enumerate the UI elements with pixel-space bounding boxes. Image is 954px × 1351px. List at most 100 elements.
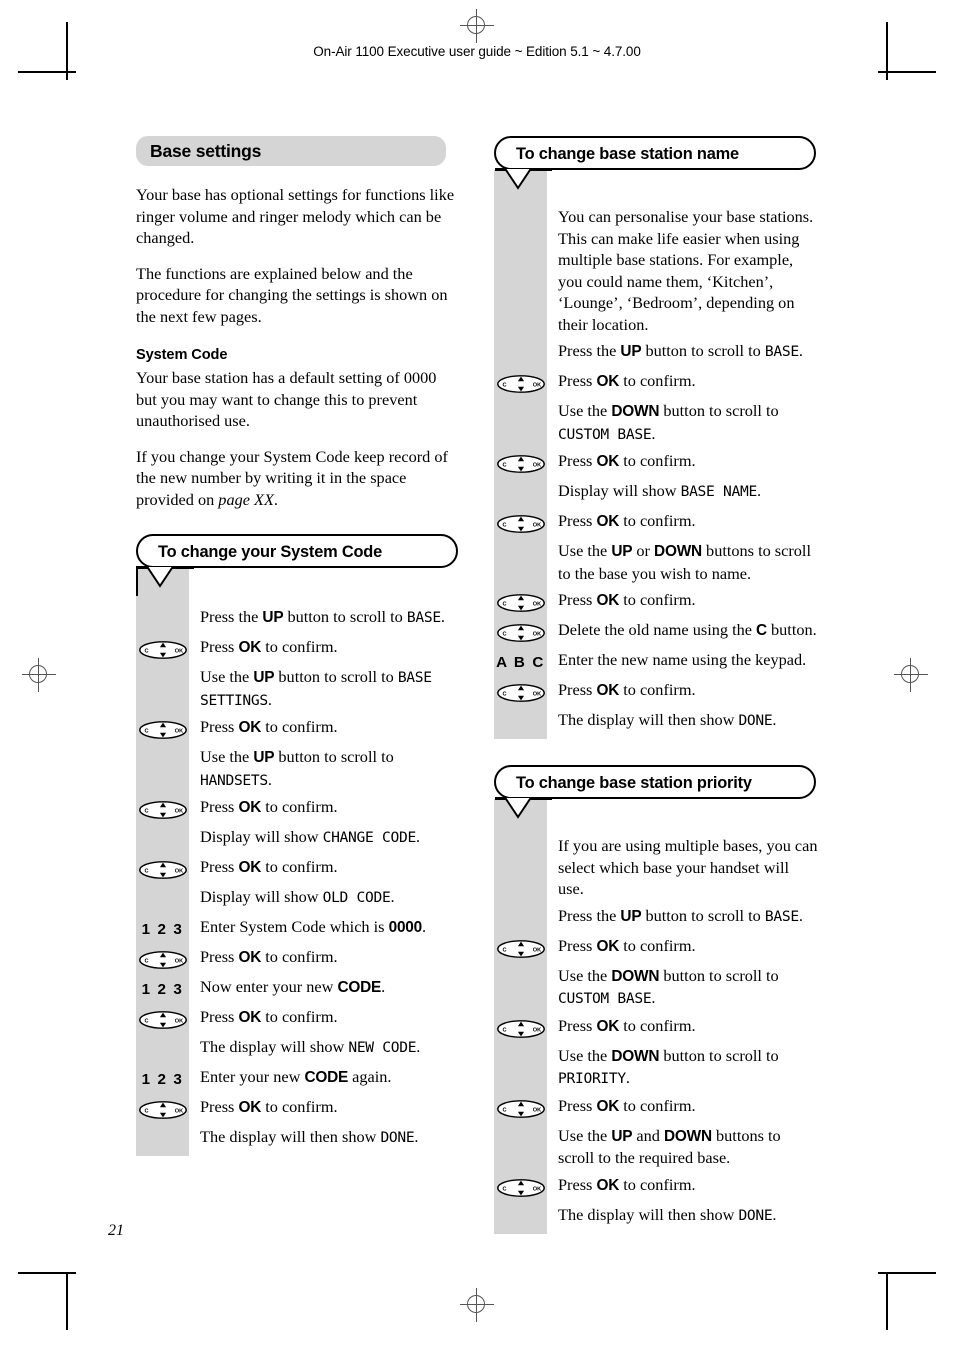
- svg-text:C: C: [502, 691, 506, 697]
- procedure-step: Press the UP button to scroll to BASE.: [494, 340, 818, 370]
- nav-key-icon[interactable]: C OK: [496, 622, 546, 644]
- svg-text:C: C: [144, 868, 148, 874]
- step-text-mid: button to scroll to: [274, 667, 398, 686]
- nav-key-icon[interactable]: C OK: [496, 1177, 546, 1199]
- keypad-digits-icon[interactable]: 1 2 3: [142, 979, 184, 1000]
- subheading-system-code: System Code: [136, 347, 228, 363]
- step-icon[interactable]: 1 2 3: [136, 916, 189, 940]
- procedure-step: Press the UP button to scroll to BASE.: [136, 606, 460, 636]
- procedure-step: The display will show NEW CODE.: [136, 1036, 460, 1066]
- svg-text:C: C: [144, 728, 148, 734]
- step-text: Press OK to confirm.: [189, 636, 460, 664]
- step-text-mid: to confirm.: [619, 590, 696, 609]
- steps-container-system-code: Press the UP button to scroll to BASE. C O…: [136, 606, 460, 1156]
- step-text-mid: button to scroll to: [283, 607, 407, 626]
- step-icon[interactable]: C OK: [136, 1006, 189, 1031]
- step-icon[interactable]: 1 2 3: [136, 1066, 189, 1090]
- callout-title-system-code: To change your System Code: [136, 534, 458, 568]
- step-text-pre: Press: [558, 1015, 597, 1035]
- step-key-label: UP: [620, 343, 642, 360]
- step-icon[interactable]: C OK: [494, 370, 547, 395]
- step-icon[interactable]: C OK: [494, 619, 547, 644]
- step-key-label: UP: [620, 907, 642, 925]
- step-key-label: OK: [238, 719, 262, 736]
- svg-text:C: C: [144, 1108, 148, 1114]
- svg-text:C: C: [502, 1027, 506, 1033]
- step-text: The display will then show DONE.: [547, 709, 818, 737]
- step-text: Press OK to confirm.: [547, 589, 818, 617]
- nav-key-icon[interactable]: C OK: [496, 513, 546, 535]
- step-text-mid: .: [381, 977, 386, 996]
- step-icon[interactable]: 1 2 3: [136, 976, 189, 1000]
- step-icon[interactable]: C OK: [494, 1095, 547, 1120]
- step-icon: [494, 905, 547, 908]
- step-icon[interactable]: C OK: [136, 636, 189, 661]
- step-display-text: DONE: [738, 712, 773, 729]
- procedure-step: Use the DOWN button to scroll to PRIORIT…: [494, 1045, 818, 1095]
- step-text: Use the DOWN button to scroll to PRIORIT…: [547, 1045, 818, 1095]
- step-key-label: OK: [596, 1097, 620, 1115]
- intro-paragraph-2: The functions are explained below and th…: [136, 263, 448, 326]
- step-icon[interactable]: C OK: [494, 935, 547, 960]
- callout-intro-text: You can personalise your base stations. …: [558, 207, 814, 334]
- svg-text:OK: OK: [174, 1108, 182, 1114]
- step-icon[interactable]: C OK: [136, 946, 189, 971]
- step-icon[interactable]: C OK: [494, 679, 547, 704]
- step-text-mid: button to scroll to: [659, 1045, 779, 1065]
- callout-tail-icon: [136, 566, 194, 596]
- nav-key-icon[interactable]: C OK: [496, 373, 546, 395]
- step-key-label: OK: [596, 682, 620, 699]
- step-icon[interactable]: C OK: [494, 510, 547, 535]
- nav-key-icon[interactable]: C OK: [138, 1009, 188, 1031]
- nav-key-icon[interactable]: C OK: [496, 453, 546, 475]
- step-text-mid: .: [422, 917, 427, 936]
- step-icon[interactable]: C OK: [494, 1174, 547, 1199]
- keypad-letters-icon[interactable]: A B C: [496, 652, 545, 673]
- step-icon[interactable]: C OK: [136, 856, 189, 881]
- step-text-mid: and: [632, 1125, 664, 1145]
- running-head: On-Air 1100 Executive user guide ~ Editi…: [313, 44, 641, 59]
- step-text: The display will show NEW CODE.: [189, 1036, 460, 1064]
- step-icon[interactable]: C OK: [494, 450, 547, 475]
- nav-key-icon[interactable]: C OK: [138, 949, 188, 971]
- procedure-step: Display will show OLD CODE.: [136, 886, 460, 916]
- crop-mark-bottom-right-v: [886, 1272, 888, 1330]
- nav-key-icon[interactable]: C OK: [138, 1099, 188, 1121]
- procedure-step: 1 2 3 Enter System Code which is 0000.: [136, 916, 460, 946]
- procedure-step: The display will then show DONE.: [494, 1204, 818, 1234]
- nav-key-icon[interactable]: C OK: [138, 859, 188, 881]
- page-number: 21: [108, 1222, 124, 1239]
- step-icon[interactable]: C OK: [136, 796, 189, 821]
- keypad-digits-icon[interactable]: 1 2 3: [142, 919, 184, 940]
- step-text: Press OK to confirm.: [189, 1096, 460, 1124]
- nav-key-icon[interactable]: C OK: [138, 799, 188, 821]
- nav-key-icon[interactable]: C OK: [138, 639, 188, 661]
- nav-key-icon[interactable]: C OK: [496, 1098, 546, 1120]
- step-text-pre: The display will show: [200, 1037, 349, 1056]
- page-canvas: On-Air 1100 Executive user guide ~ Editi…: [0, 0, 954, 1351]
- step-icon: [136, 1036, 189, 1039]
- nav-key-icon[interactable]: C OK: [496, 682, 546, 704]
- keypad-digits-icon[interactable]: 1 2 3: [142, 1069, 184, 1090]
- step-key-label: UP: [253, 669, 275, 686]
- step-icon[interactable]: C OK: [494, 589, 547, 614]
- step-icon[interactable]: A B C: [494, 649, 547, 673]
- svg-text:C: C: [502, 947, 506, 953]
- nav-key-icon[interactable]: C OK: [496, 938, 546, 960]
- svg-text:OK: OK: [174, 868, 182, 874]
- nav-key-icon[interactable]: C OK: [138, 719, 188, 741]
- step-text: Enter System Code which is 0000.: [189, 916, 460, 944]
- svg-text:C: C: [502, 601, 506, 607]
- procedure-step: Use the DOWN button to scroll to CUSTOM …: [494, 400, 818, 450]
- step-key-label: DOWN: [664, 1127, 712, 1145]
- step-text-pre: Press: [200, 637, 239, 656]
- step-icon[interactable]: C OK: [136, 1096, 189, 1121]
- nav-key-icon[interactable]: C OK: [496, 1018, 546, 1040]
- step-icon[interactable]: C OK: [136, 716, 189, 741]
- nav-key-icon[interactable]: C OK: [496, 592, 546, 614]
- svg-text:OK: OK: [532, 691, 540, 697]
- step-icon: [136, 606, 189, 609]
- step-text-pre: Press: [558, 371, 597, 390]
- svg-text:C: C: [502, 631, 506, 637]
- step-icon[interactable]: C OK: [494, 1015, 547, 1040]
